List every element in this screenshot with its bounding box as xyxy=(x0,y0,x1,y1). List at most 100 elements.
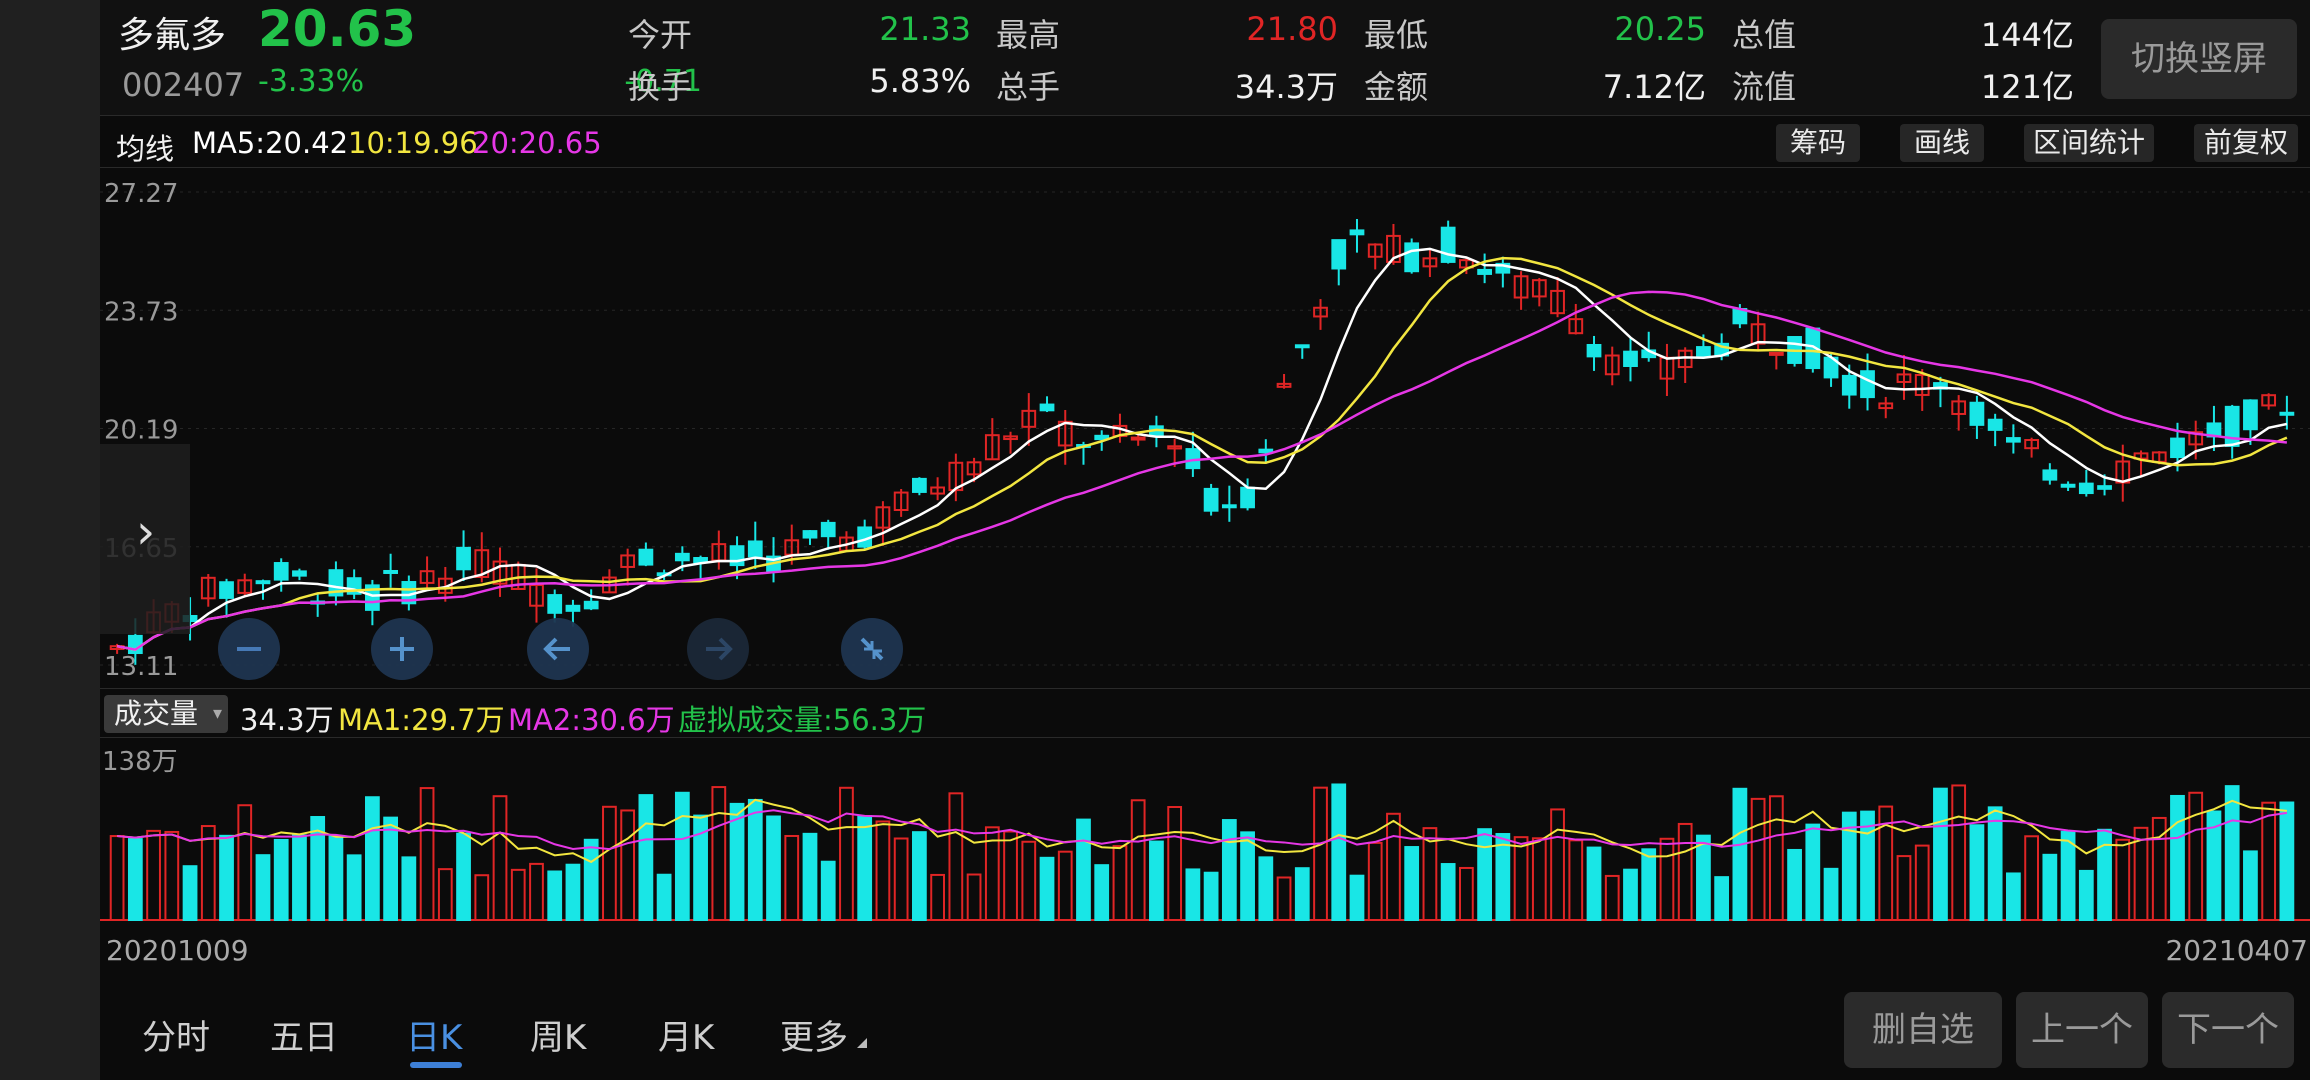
volume-bar xyxy=(437,868,453,921)
volume-bar xyxy=(1860,810,1875,921)
tab-weekly-k[interactable]: 周K xyxy=(530,1010,586,1059)
volume-bar xyxy=(1386,812,1401,921)
zoom-in-button[interactable] xyxy=(371,618,433,680)
low-label: 最低 xyxy=(1364,16,1429,54)
volume-bar xyxy=(839,786,854,921)
volume-bar xyxy=(255,854,271,921)
volume-svg: 138万 xyxy=(100,747,2310,922)
volume-bar xyxy=(1313,786,1328,921)
range-stats-button[interactable]: 区间统计 xyxy=(2024,124,2154,162)
tab-intraday[interactable]: 分时 xyxy=(142,1010,210,1059)
zoom-out-button[interactable] xyxy=(218,618,280,680)
tab-daily-k[interactable]: 日K xyxy=(406,1010,462,1059)
plus-icon xyxy=(390,637,414,661)
candle-body xyxy=(802,530,818,539)
period-tabs: 分时 五日 日K 周K 月K 更多 删自选 上一个 下一个 xyxy=(100,990,2310,1080)
candle-body xyxy=(1623,350,1638,368)
volume-chart[interactable]: 138万 xyxy=(100,740,2310,922)
volume-bar xyxy=(1951,784,1967,921)
volume-bar xyxy=(711,786,727,921)
candle-body xyxy=(2060,483,2076,488)
volume-bar xyxy=(474,874,490,921)
volume-bar xyxy=(1276,876,1292,921)
dropdown-caret-icon: ▾ xyxy=(212,703,223,724)
volume-bar xyxy=(237,804,253,921)
next-stock-button[interactable]: 下一个 xyxy=(2162,992,2294,1068)
volume-bar xyxy=(219,834,234,921)
volume-bar xyxy=(1112,845,1128,921)
candle-body xyxy=(292,570,307,577)
volume-bar xyxy=(456,832,471,921)
switch-portrait-button[interactable]: 切换竖屏 xyxy=(2101,19,2297,99)
volume-bar xyxy=(1969,824,1985,921)
volume-max-label: 138万 xyxy=(102,747,178,777)
volume-bar xyxy=(1659,837,1675,921)
candle-body xyxy=(2097,485,2112,490)
volume-bar xyxy=(346,854,362,921)
volume-bar xyxy=(2279,801,2295,921)
side-panel-handle[interactable]: › xyxy=(100,444,190,634)
volume-bar xyxy=(529,862,544,921)
volume-bar xyxy=(620,809,636,921)
high-label: 最高 xyxy=(996,16,1061,54)
volume-bar xyxy=(273,838,289,921)
ma20-value: 20:20.65 xyxy=(472,126,602,160)
tab-more[interactable]: 更多 xyxy=(780,1010,848,1059)
minus-icon xyxy=(237,647,261,651)
volume-bar xyxy=(2115,838,2131,921)
kline-chart[interactable]: 27.2723.7320.1916.6513.11 xyxy=(100,170,2310,684)
remove-watchlist-button[interactable]: 删自选 xyxy=(1844,992,2002,1068)
volume-bar xyxy=(1696,834,1711,921)
forward-adjust-button[interactable]: 前复权 xyxy=(2194,124,2298,162)
volume-bar xyxy=(1221,819,1237,921)
volume-bar xyxy=(1568,839,1584,921)
volume-bar xyxy=(948,792,964,922)
stock-name: 多氟多 xyxy=(118,15,227,56)
volume-bar xyxy=(875,820,891,921)
candle-body xyxy=(2042,469,2058,481)
candle-body xyxy=(547,594,563,614)
volume-bar xyxy=(419,787,435,921)
volume-bar xyxy=(328,835,344,921)
candle-body xyxy=(1221,504,1237,509)
indicator-select[interactable]: 成交量 ▾ xyxy=(104,695,229,733)
active-tab-indicator xyxy=(410,1062,462,1068)
draw-line-button[interactable]: 画线 xyxy=(1900,124,1984,162)
scroll-right-button[interactable] xyxy=(687,618,749,680)
candle-body xyxy=(1349,229,1365,236)
arrow-right-icon xyxy=(706,637,733,661)
volume-bar xyxy=(164,830,180,921)
volume-bar xyxy=(565,863,581,921)
chip-button[interactable]: 筹码 xyxy=(1776,124,1860,162)
ma5-value: MA5:20.42 xyxy=(192,126,349,160)
tab-monthly-k[interactable]: 月K xyxy=(658,1010,714,1059)
volume-bar xyxy=(146,829,161,921)
candle-body xyxy=(820,521,836,538)
previous-stock-button[interactable]: 上一个 xyxy=(2016,992,2148,1068)
volume-bar xyxy=(109,835,125,921)
volume-bar xyxy=(1331,783,1347,922)
volume-legend-bar: 成交量 ▾ 34.3万 MA1:29.7万 MA2:30.6万 虚拟成交量:56… xyxy=(100,688,2310,738)
volume-bar xyxy=(1914,844,1930,921)
indicator-select-label: 成交量 xyxy=(114,697,199,730)
volume-bar xyxy=(1076,818,1091,921)
y-tick-label: 13.11 xyxy=(104,652,178,682)
volume-bar xyxy=(1185,868,1201,921)
scroll-left-button[interactable] xyxy=(527,618,589,680)
candle-body xyxy=(747,540,763,558)
reset-zoom-button[interactable] xyxy=(841,618,903,680)
quote-header: 多氟多 20.63 002407 -3.33% -0.71 今开 21.33 最… xyxy=(100,0,2310,116)
volume-bar xyxy=(747,798,763,921)
volume-bar xyxy=(2006,872,2021,922)
volume-bar xyxy=(1531,837,1547,921)
volume-bar xyxy=(1805,823,1821,921)
candle-body xyxy=(1987,418,2003,431)
ma-label: 均线 xyxy=(116,132,175,166)
volume-bar xyxy=(1440,863,1456,921)
volume-bar xyxy=(2097,828,2112,921)
volume-bar xyxy=(930,873,945,921)
volume-bar xyxy=(784,834,800,921)
candle-body xyxy=(638,548,654,566)
volume-bar xyxy=(510,868,526,921)
tab-five-day[interactable]: 五日 xyxy=(270,1010,338,1059)
